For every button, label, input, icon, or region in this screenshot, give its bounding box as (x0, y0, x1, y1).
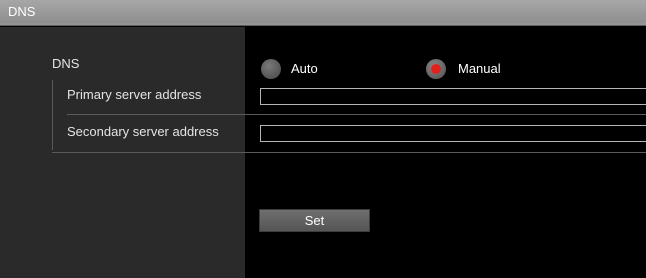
group-rule (52, 80, 53, 150)
row-divider (67, 114, 646, 115)
secondary-server-label: Secondary server address (67, 124, 219, 139)
primary-server-input[interactable] (260, 88, 646, 105)
section-header: DNS (0, 0, 646, 26)
dns-auto-label[interactable]: Auto (291, 61, 318, 76)
dns-manual-radio[interactable] (426, 59, 446, 79)
set-button[interactable]: Set (259, 209, 370, 232)
section-divider (52, 152, 646, 153)
dns-label: DNS (52, 56, 80, 71)
radio-selected-dot (431, 64, 441, 74)
secondary-server-input[interactable] (260, 125, 646, 142)
dns-settings-frame: DNS DNS Primary server address Secondary… (0, 0, 646, 278)
dns-auto-radio[interactable] (261, 59, 281, 79)
header-title: DNS (8, 4, 36, 19)
primary-server-label: Primary server address (67, 87, 202, 102)
dns-manual-label[interactable]: Manual (458, 61, 501, 76)
